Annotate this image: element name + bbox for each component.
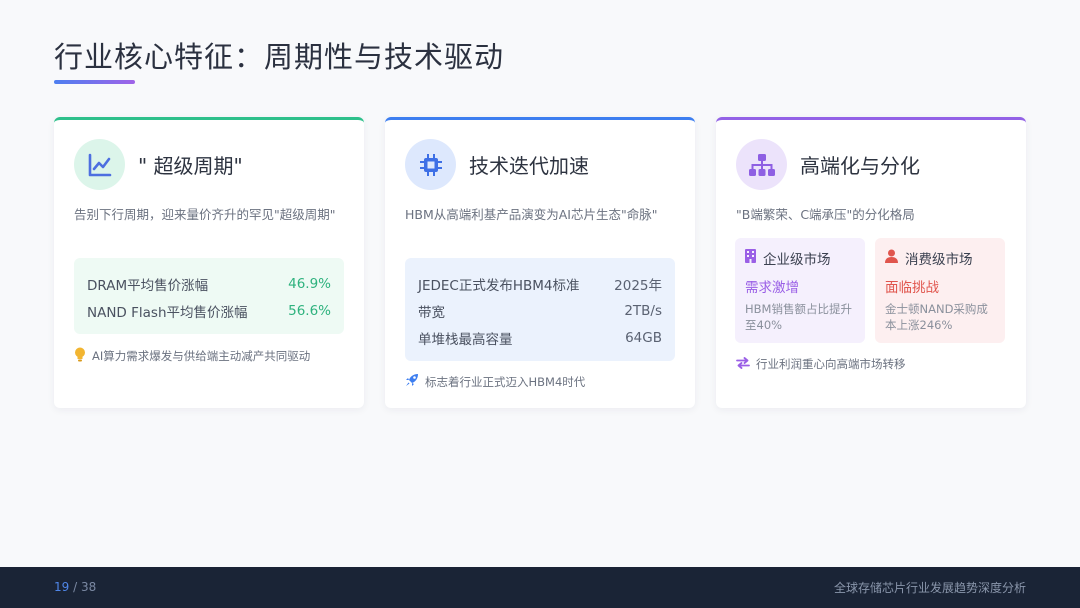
market-head: 消费级市场: [885, 248, 995, 268]
enterprise-market-box: 企业级市场 需求激增 HBM销售额占比提升至40%: [735, 238, 865, 343]
hierarchy-icon: [736, 139, 787, 190]
card-description: HBM从高端利基产品演变为AI芯片生态"命脉": [405, 207, 658, 222]
card-tech-iteration: 技术迭代加速 HBM从高端利基产品演变为AI芯片生态"命脉" JEDEC正式发布…: [385, 117, 695, 408]
building-icon: [745, 249, 756, 267]
metric-label: 单堆栈最高容量: [418, 331, 513, 348]
market-status: 面临挑战: [885, 280, 939, 296]
metric-row: 单堆栈最高容量 64GB: [418, 324, 662, 351]
market-head: 企业级市场: [745, 248, 855, 268]
note-text: AI算力需求爆发与供给端主动减产共同驱动: [92, 349, 311, 363]
footer-title: 全球存储芯片行业发展趋势深度分析: [833, 581, 1026, 595]
metric-label: DRAM平均售价涨幅: [87, 277, 209, 294]
market-text: HBM销售额占比提升至40%: [745, 302, 852, 332]
swap-arrows-icon: [736, 356, 750, 372]
rocket-icon: [405, 373, 419, 390]
card-high-end: 高端化与分化 "B端繁荣、C端承压"的分化格局 企业级市场 需求激增 HBM销售…: [716, 117, 1026, 408]
page-number: 19 / 38: [54, 580, 96, 594]
card-note: AI算力需求爆发与供给端主动减产共同驱动: [74, 347, 310, 365]
market-status: 需求激增: [745, 280, 799, 296]
chip-icon: [405, 139, 456, 190]
line-chart-icon: [74, 139, 125, 190]
note-text: 标志着行业正式迈入HBM4时代: [425, 374, 586, 389]
page-separator: /: [69, 580, 81, 594]
card-note: 标志着行业正式迈入HBM4时代: [405, 373, 585, 390]
metric-value: 64GB: [625, 329, 662, 346]
page-current: 19: [54, 580, 70, 594]
metric-value: 2TB/s: [624, 302, 662, 319]
metric-row: JEDEC正式发布HBM4标准 2025年: [418, 270, 662, 297]
lightbulb-icon: [74, 347, 86, 365]
page-total: 38: [80, 580, 97, 594]
metric-label: NAND Flash平均售价涨幅: [87, 304, 248, 321]
metric-row: NAND Flash平均售价涨幅 56.6%: [87, 297, 331, 324]
market-name: 企业级市场: [763, 252, 831, 268]
metric-value: 2025年: [614, 277, 662, 294]
card-title: 技术迭代加速: [469, 154, 589, 178]
metric-value: 56.6%: [288, 302, 331, 319]
page-title: 行业核心特征：周期性与技术驱动: [54, 40, 505, 74]
title-underline: [54, 80, 135, 84]
metric-label: 带宽: [418, 304, 445, 321]
metrics-box: JEDEC正式发布HBM4标准 2025年 带宽 2TB/s 单堆栈最高容量 6…: [405, 258, 675, 361]
metric-row: DRAM平均售价涨幅 46.9%: [87, 270, 331, 297]
note-text: 行业利润重心向高端市场转移: [756, 357, 906, 371]
metrics-box: DRAM平均售价涨幅 46.9% NAND Flash平均售价涨幅 56.6%: [74, 258, 344, 334]
footer: 19 / 38 全球存储芯片行业发展趋势深度分析: [0, 567, 1080, 608]
user-icon: [885, 249, 898, 267]
metric-row: 带宽 2TB/s: [418, 297, 662, 324]
metric-label: JEDEC正式发布HBM4标准: [418, 277, 580, 294]
market-text: 金士顿NAND采购成本上涨246%: [885, 302, 988, 332]
market-name: 消费级市场: [905, 252, 973, 268]
card-super-cycle: " 超级周期" 告别下行周期，迎来量价齐升的罕见"超级周期" DRAM平均售价涨…: [54, 117, 364, 408]
consumer-market-box: 消费级市场 面临挑战 金士顿NAND采购成本上涨246%: [875, 238, 1005, 343]
card-note: 行业利润重心向高端市场转移: [736, 356, 906, 372]
metric-value: 46.9%: [288, 275, 331, 292]
card-title: " 超级周期": [138, 154, 243, 178]
card-description: 告别下行周期，迎来量价齐升的罕见"超级周期": [74, 207, 336, 222]
card-description: "B端繁荣、C端承压"的分化格局: [736, 207, 915, 222]
card-title: 高端化与分化: [800, 154, 920, 178]
